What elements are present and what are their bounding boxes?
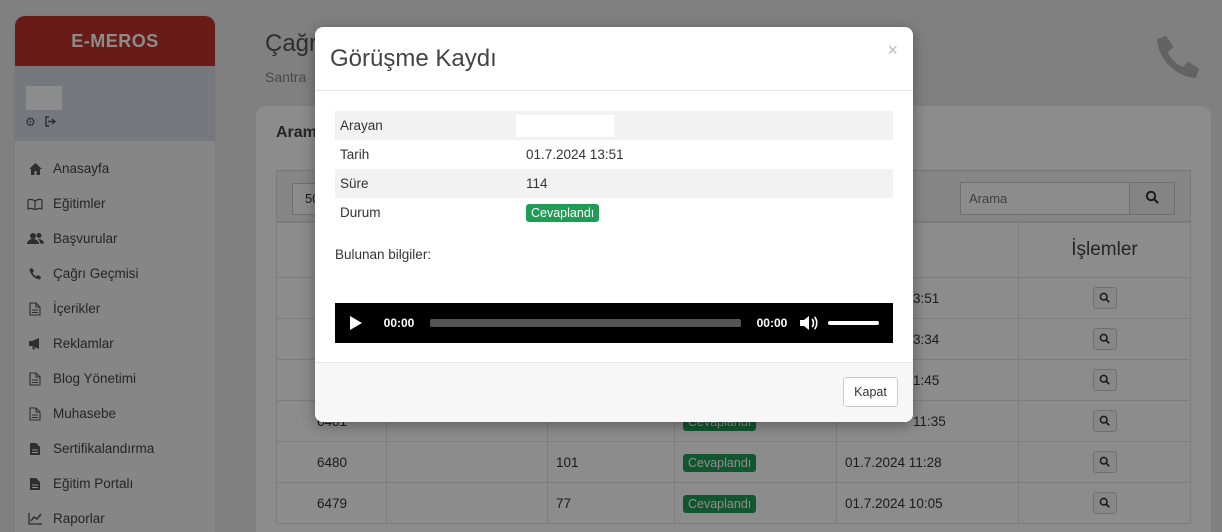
detail-row-durum: Durum Cevaplandı <box>335 198 893 227</box>
redacted-caller <box>516 114 614 137</box>
close-button[interactable]: Kapat <box>843 377 898 407</box>
audio-duration: 00:00 <box>756 316 788 330</box>
volume-icon[interactable] <box>799 315 819 331</box>
detail-value: 114 <box>526 176 548 191</box>
audio-progress-bar[interactable] <box>429 319 741 327</box>
detail-label: Arayan <box>340 118 383 133</box>
modal-title: Görüşme Kaydı <box>330 45 497 72</box>
modal-footer: Kapat <box>315 362 913 422</box>
play-icon[interactable] <box>349 315 365 331</box>
detail-label: Süre <box>340 176 369 191</box>
call-record-modal: Görüşme Kaydı × Arayan Tarih 01.7.2024 1… <box>315 27 913 422</box>
close-icon[interactable]: × <box>887 40 898 61</box>
detail-value: 01.7.2024 13:51 <box>526 147 624 162</box>
detail-row-arayan: Arayan <box>335 111 893 140</box>
detail-label: Tarih <box>340 147 370 162</box>
found-info-label: Bulunan bilgiler: <box>335 247 432 262</box>
modal-header: Görüşme Kaydı × <box>315 27 913 91</box>
audio-current-time: 00:00 <box>383 316 415 330</box>
detail-row-tarih: Tarih 01.7.2024 13:51 <box>335 140 893 169</box>
status-badge: Cevaplandı <box>526 204 600 222</box>
volume-slider[interactable] <box>828 321 879 325</box>
audio-player: 00:00 00:00 <box>335 303 893 343</box>
detail-label: Durum <box>340 205 381 220</box>
call-details-table: Arayan Tarih 01.7.2024 13:51 Süre 114 Du… <box>335 111 893 227</box>
detail-row-sure: Süre 114 <box>335 169 893 198</box>
